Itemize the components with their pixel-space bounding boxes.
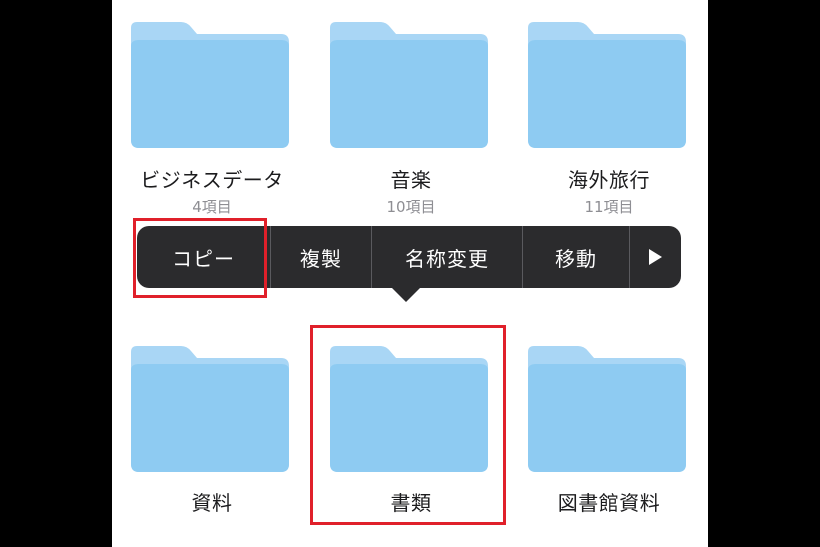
folder-icon [131,22,289,148]
move-menu-item[interactable]: 移動 [523,226,630,288]
play-arrow-icon [649,249,662,265]
highlight-box-copy [133,218,267,298]
rename-menu-item[interactable]: 名称変更 [372,226,523,288]
folder-item-materials[interactable]: 資料 [112,346,312,547]
folder-icon [330,22,488,148]
folder-item-business-data[interactable]: ビジネスデータ 4項目 [112,22,312,242]
folder-item-library-materials[interactable]: 図書館資料 [509,346,708,547]
highlight-box-documents-folder [310,325,506,525]
more-menu-button[interactable] [630,226,681,288]
folder-name: 図書館資料 [557,491,661,515]
folder-item-music[interactable]: 音楽 10項目 [311,22,511,242]
folder-item-overseas-travel[interactable]: 海外旅行 11項目 [509,22,708,242]
folder-name: 資料 [191,491,233,515]
duplicate-menu-item[interactable]: 複製 [271,226,372,288]
folder-name: ビジネスデータ [140,168,284,192]
folder-name: 海外旅行 [568,168,650,192]
folder-name: 音楽 [390,168,432,192]
folder-item-count: 11項目 [584,198,634,216]
file-browser: ビジネスデータ 4項目 音楽 10項目 海外旅行 11項目 資料 書類 図書館資… [112,0,708,547]
folder-icon [131,346,289,472]
context-menu-pointer [391,287,421,302]
folder-item-count: 4項目 [192,198,232,216]
folder-icon [528,346,686,472]
folder-item-count: 10項目 [386,198,436,216]
folder-icon [528,22,686,148]
